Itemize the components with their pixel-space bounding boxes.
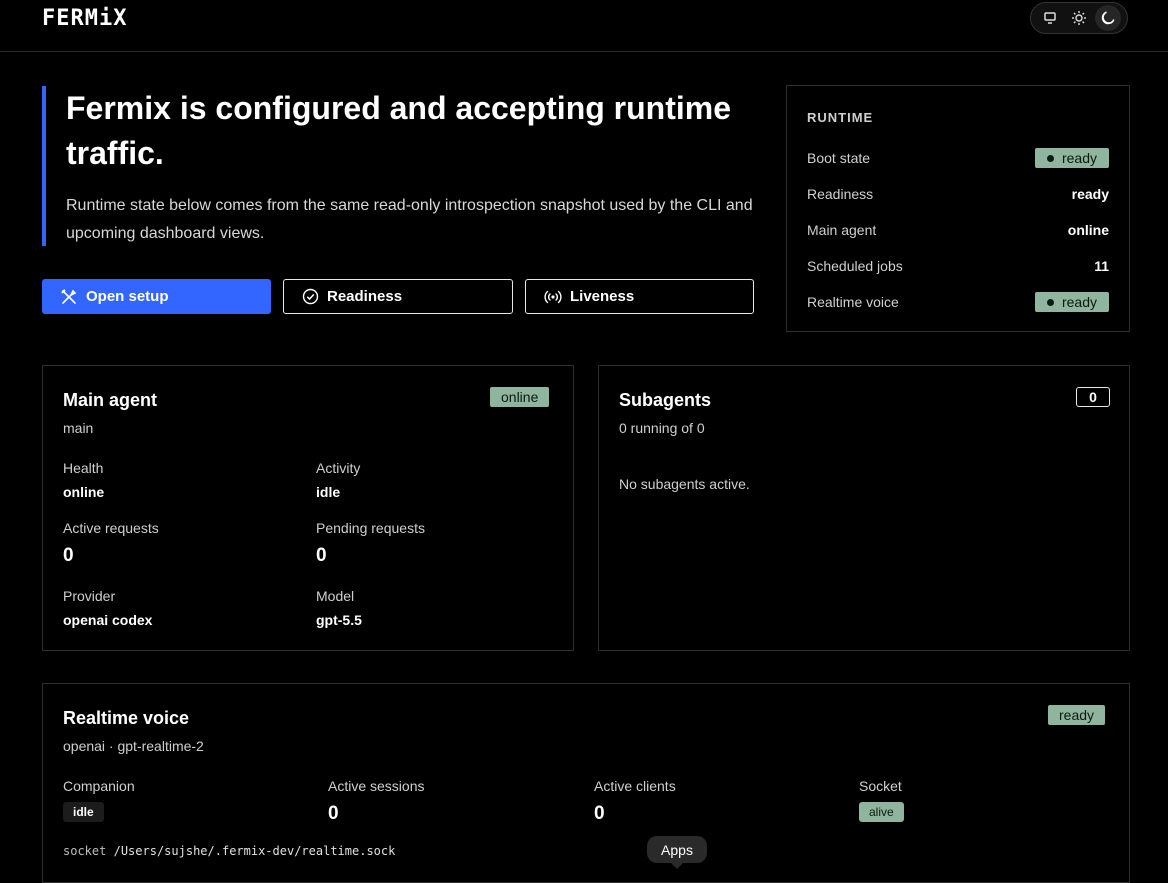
theme-switcher [1030, 2, 1128, 34]
companion-value: idle [63, 802, 104, 822]
tools-icon [61, 288, 77, 304]
status-badge: ready [1034, 148, 1109, 168]
sun-icon[interactable] [1066, 5, 1092, 31]
runtime-row-label: Boot state [807, 150, 871, 166]
realtime-voice-status-badge: ready [1048, 705, 1106, 725]
main-agent-title: Main agent [63, 390, 158, 410]
liveness-label: Liveness [570, 288, 635, 305]
check-circle-icon [302, 288, 319, 305]
readiness-button[interactable]: Readiness [283, 279, 513, 314]
runtime-row-realtime-voice: Realtime voice ready [807, 290, 1109, 314]
status-dot-icon [1046, 154, 1054, 162]
runtime-row-value: 11 [1094, 258, 1109, 274]
runtime-row-label: Realtime voice [807, 294, 899, 310]
main-agent-subtitle: main [63, 420, 94, 436]
subagents-count-badge: 0 [1076, 387, 1110, 407]
subagents-card: Subagents 0 0 running of 0 No subagents … [598, 365, 1130, 651]
socket-path-label: socket [63, 844, 107, 858]
runtime-row-scheduled-jobs: Scheduled jobs 11 [807, 254, 1109, 278]
companion-label: Companion [63, 778, 135, 794]
pending-requests-label: Pending requests [316, 520, 425, 536]
runtime-row-boot-state: Boot state ready [807, 146, 1109, 170]
runtime-panel: RUNTIME Boot state ready Readiness ready… [786, 85, 1130, 332]
socket-status-badge: alive [859, 802, 904, 822]
runtime-title: RUNTIME [807, 110, 874, 125]
activity-label: Activity [316, 460, 361, 476]
pending-requests-value: 0 [316, 545, 327, 566]
realtime-voice-subtitle: openai · gpt-realtime-2 [63, 738, 204, 754]
monitor-icon[interactable] [1037, 5, 1063, 31]
subagents-empty-message: No subagents active. [619, 476, 750, 492]
provider-value: openai codex [63, 612, 153, 628]
socket-path-row: socket /Users/sujshe/.fermix-dev/realtim… [63, 844, 395, 858]
subagents-subtitle: 0 running of 0 [619, 420, 705, 436]
open-setup-label: Open setup [86, 288, 169, 305]
status-dot-icon [1046, 298, 1054, 306]
active-clients-value: 0 [594, 803, 605, 824]
model-value: gpt-5.5 [316, 612, 362, 628]
hero-actions: Open setup Readiness Liveness [42, 279, 754, 314]
top-bar: FERMiX [0, 0, 1168, 52]
hero-title: Fermix is configured and accepting runti… [66, 90, 732, 171]
apps-tooltip: Apps [647, 836, 707, 869]
health-value: online [63, 484, 105, 500]
main-agent-card: Main agent online main Health online Act… [42, 365, 574, 651]
realtime-voice-card: Realtime voice ready openai · gpt-realti… [42, 683, 1130, 883]
readiness-label: Readiness [327, 288, 403, 305]
realtime-voice-title: Realtime voice [63, 708, 190, 728]
hero-description: Runtime state below comes from the same … [66, 197, 753, 242]
model-label: Model [316, 588, 355, 604]
runtime-row-label: Main agent [807, 222, 877, 238]
main-agent-status-badge: online [490, 387, 550, 407]
runtime-row-main-agent: Main agent online [807, 218, 1109, 242]
provider-label: Provider [63, 588, 116, 604]
active-requests-label: Active requests [63, 520, 159, 536]
health-label: Health [63, 460, 104, 476]
active-clients-label: Active clients [594, 778, 676, 794]
activity-value: idle [316, 484, 341, 500]
runtime-row-value: online [1067, 222, 1109, 238]
moon-icon[interactable] [1095, 5, 1122, 31]
active-sessions-label: Active sessions [328, 778, 425, 794]
active-requests-value: 0 [63, 545, 74, 566]
fermix-logo[interactable]: FERMiX [42, 6, 127, 31]
subagents-title: Subagents [619, 390, 712, 410]
runtime-row-value: ready [1071, 186, 1109, 202]
socket-label: Socket [859, 778, 902, 794]
open-setup-button[interactable]: Open setup [42, 279, 271, 314]
active-sessions-value: 0 [328, 803, 339, 824]
runtime-row-readiness: Readiness ready [807, 182, 1109, 206]
status-badge-text: ready [1061, 294, 1097, 310]
broadcast-icon [544, 290, 562, 303]
status-badge: ready [1034, 292, 1109, 312]
socket-path-value: /Users/sujshe/.fermix-dev/realtime.sock [113, 844, 396, 858]
liveness-button[interactable]: Liveness [525, 279, 754, 314]
runtime-row-label: Readiness [807, 186, 874, 202]
runtime-row-label: Scheduled jobs [807, 258, 903, 274]
status-badge-text: ready [1061, 150, 1097, 166]
hero: Fermix is configured and accepting runti… [42, 86, 758, 246]
